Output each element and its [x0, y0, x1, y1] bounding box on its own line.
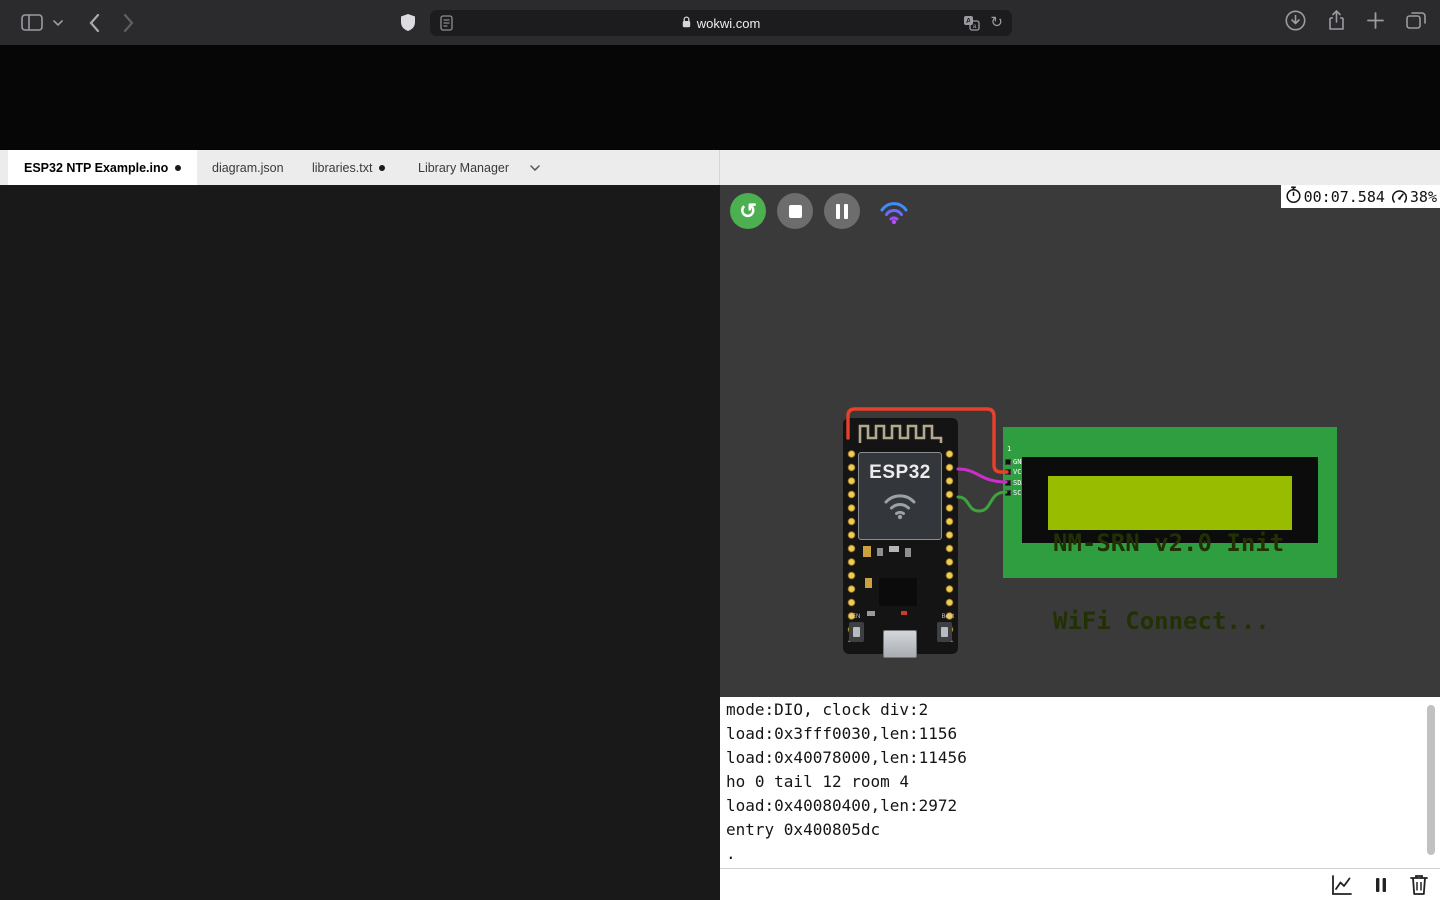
component: [905, 548, 911, 557]
component: [863, 546, 871, 557]
pin-pad: [1005, 459, 1011, 465]
share-icon[interactable]: [1328, 9, 1345, 36]
en-label: EN: [852, 614, 861, 620]
lcd-line1: NM-SRN v2.0 Init: [1053, 529, 1285, 557]
tab-bar: ESP32 NTP Example.ino diagram.json libra…: [0, 150, 1440, 847]
diagram-canvas[interactable]: ESP32 EN Boot 1 GND VCC SDA SCL NM-SRN v…: [720, 185, 1440, 697]
boot-label: Boot: [941, 614, 954, 620]
pin-pad: [1005, 490, 1011, 496]
tab-label: ESP32 NTP Example.ino: [24, 160, 169, 175]
chevron-down-icon: [530, 164, 540, 171]
tab-esp32-ntp-example-ino[interactable]: ESP32 NTP Example.ino: [8, 150, 198, 185]
simulation-tab-strip: Simulation: [720, 150, 1440, 847]
url-text: wokwi.com: [696, 15, 761, 31]
tab-diagram-json[interactable]: diagram.json: [196, 150, 300, 185]
tab-libraries-txt[interactable]: libraries.txt: [296, 150, 401, 185]
toolbar-right-group: [1285, 0, 1426, 45]
privacy-shield-icon: [396, 0, 420, 45]
espressif-wifi-logo-icon: [879, 494, 921, 524]
lcd-screen: NM-SRN v2.0 Init WiFi Connect...: [1048, 476, 1292, 634]
lcd-pin1-label: 1: [1007, 445, 1012, 453]
clear-trash-icon[interactable]: [1408, 873, 1430, 897]
pin-header-right[interactable]: [945, 448, 954, 642]
chip-label: ESP32: [869, 462, 931, 483]
back-button[interactable]: [82, 0, 106, 45]
en-button[interactable]: [849, 622, 864, 642]
component: [877, 548, 883, 556]
component: [901, 611, 907, 615]
translate-icon[interactable]: Aa: [963, 15, 980, 34]
pin-pad: [1005, 469, 1011, 475]
url-bar[interactable]: wokwi.com Aa ↻: [430, 10, 1012, 36]
chevron-down-icon[interactable]: [50, 0, 66, 45]
code-editor-pane[interactable]: [0, 185, 720, 900]
serial-line: load:0x40080400,len:2972: [726, 796, 958, 815]
component: [889, 546, 899, 552]
serial-line: entry 0x400805dc: [726, 820, 881, 839]
usb-uart-chip: [879, 578, 917, 606]
downloads-icon[interactable]: [1285, 10, 1306, 36]
lcd-bezel: NM-SRN v2.0 Init WiFi Connect...: [1022, 457, 1318, 634]
esp32-board[interactable]: ESP32 EN Boot: [843, 418, 958, 658]
wire-magenta-sda: [956, 467, 1008, 484]
pause-scroll-icon[interactable]: [1370, 874, 1392, 896]
serial-line: load:0x3fff0030,len:1156: [726, 724, 958, 743]
file-tab-strip: ESP32 NTP Example.ino diagram.json libra…: [0, 150, 720, 185]
tab-label: diagram.json: [212, 160, 284, 175]
tab-library-manager[interactable]: Library Manager: [402, 150, 556, 185]
reader-view-icon[interactable]: [440, 15, 453, 34]
lock-icon: [682, 15, 691, 31]
component: [865, 578, 872, 588]
pin-pad: [1005, 480, 1011, 486]
serial-line: load:0x40078000,len:11456: [726, 748, 967, 767]
browser-toolbar: wokwi.com Aa ↻: [0, 0, 1440, 45]
component: [867, 611, 875, 616]
serial-line: ho 0 tail 12 room 4: [726, 772, 910, 791]
tab-label: Library Manager: [418, 160, 510, 175]
serial-scrollbar[interactable]: [1427, 705, 1435, 855]
unsaved-dot: [175, 164, 182, 171]
esp32-shield: ESP32: [858, 452, 942, 540]
pin-header-left[interactable]: [847, 448, 856, 642]
screen: wokwi.com Aa ↻ ESP32 NTP Example.ino dia…: [0, 0, 1440, 900]
lcd-line2: WiFi Connect...: [1053, 607, 1270, 635]
unsaved-dot: [379, 164, 386, 171]
usb-connector: [883, 630, 917, 658]
serial-monitor[interactable]: mode:DIO, clock div:2 load:0x3fff0030,le…: [720, 697, 1440, 868]
wire-green-scl: [956, 490, 1008, 513]
serial-line: mode:DIO, clock div:2: [726, 700, 929, 719]
simulation-pane: ↺ 00:07.584 38% ESP32 EN Boot 1 GND VCC …: [720, 185, 1440, 697]
svg-text:a: a: [973, 23, 977, 30]
new-tab-icon[interactable]: [1367, 11, 1384, 34]
tab-overview-icon[interactable]: [1406, 11, 1426, 34]
sidebar-toggle-icon[interactable]: [18, 0, 46, 45]
lcd1602-display[interactable]: 1 GND VCC SDA SCL NM-SRN v2.0 Init WiFi …: [1003, 427, 1337, 634]
antenna-trace: [857, 421, 944, 450]
serial-toolbar: [720, 868, 1440, 900]
reload-icon[interactable]: ↻: [990, 13, 1003, 33]
plot-chart-icon[interactable]: [1330, 873, 1354, 897]
page-background: [0, 45, 1440, 150]
boot-button[interactable]: [937, 622, 952, 642]
tab-label: libraries.txt: [312, 160, 373, 175]
serial-line: .: [726, 844, 736, 863]
forward-button[interactable]: [116, 0, 140, 45]
